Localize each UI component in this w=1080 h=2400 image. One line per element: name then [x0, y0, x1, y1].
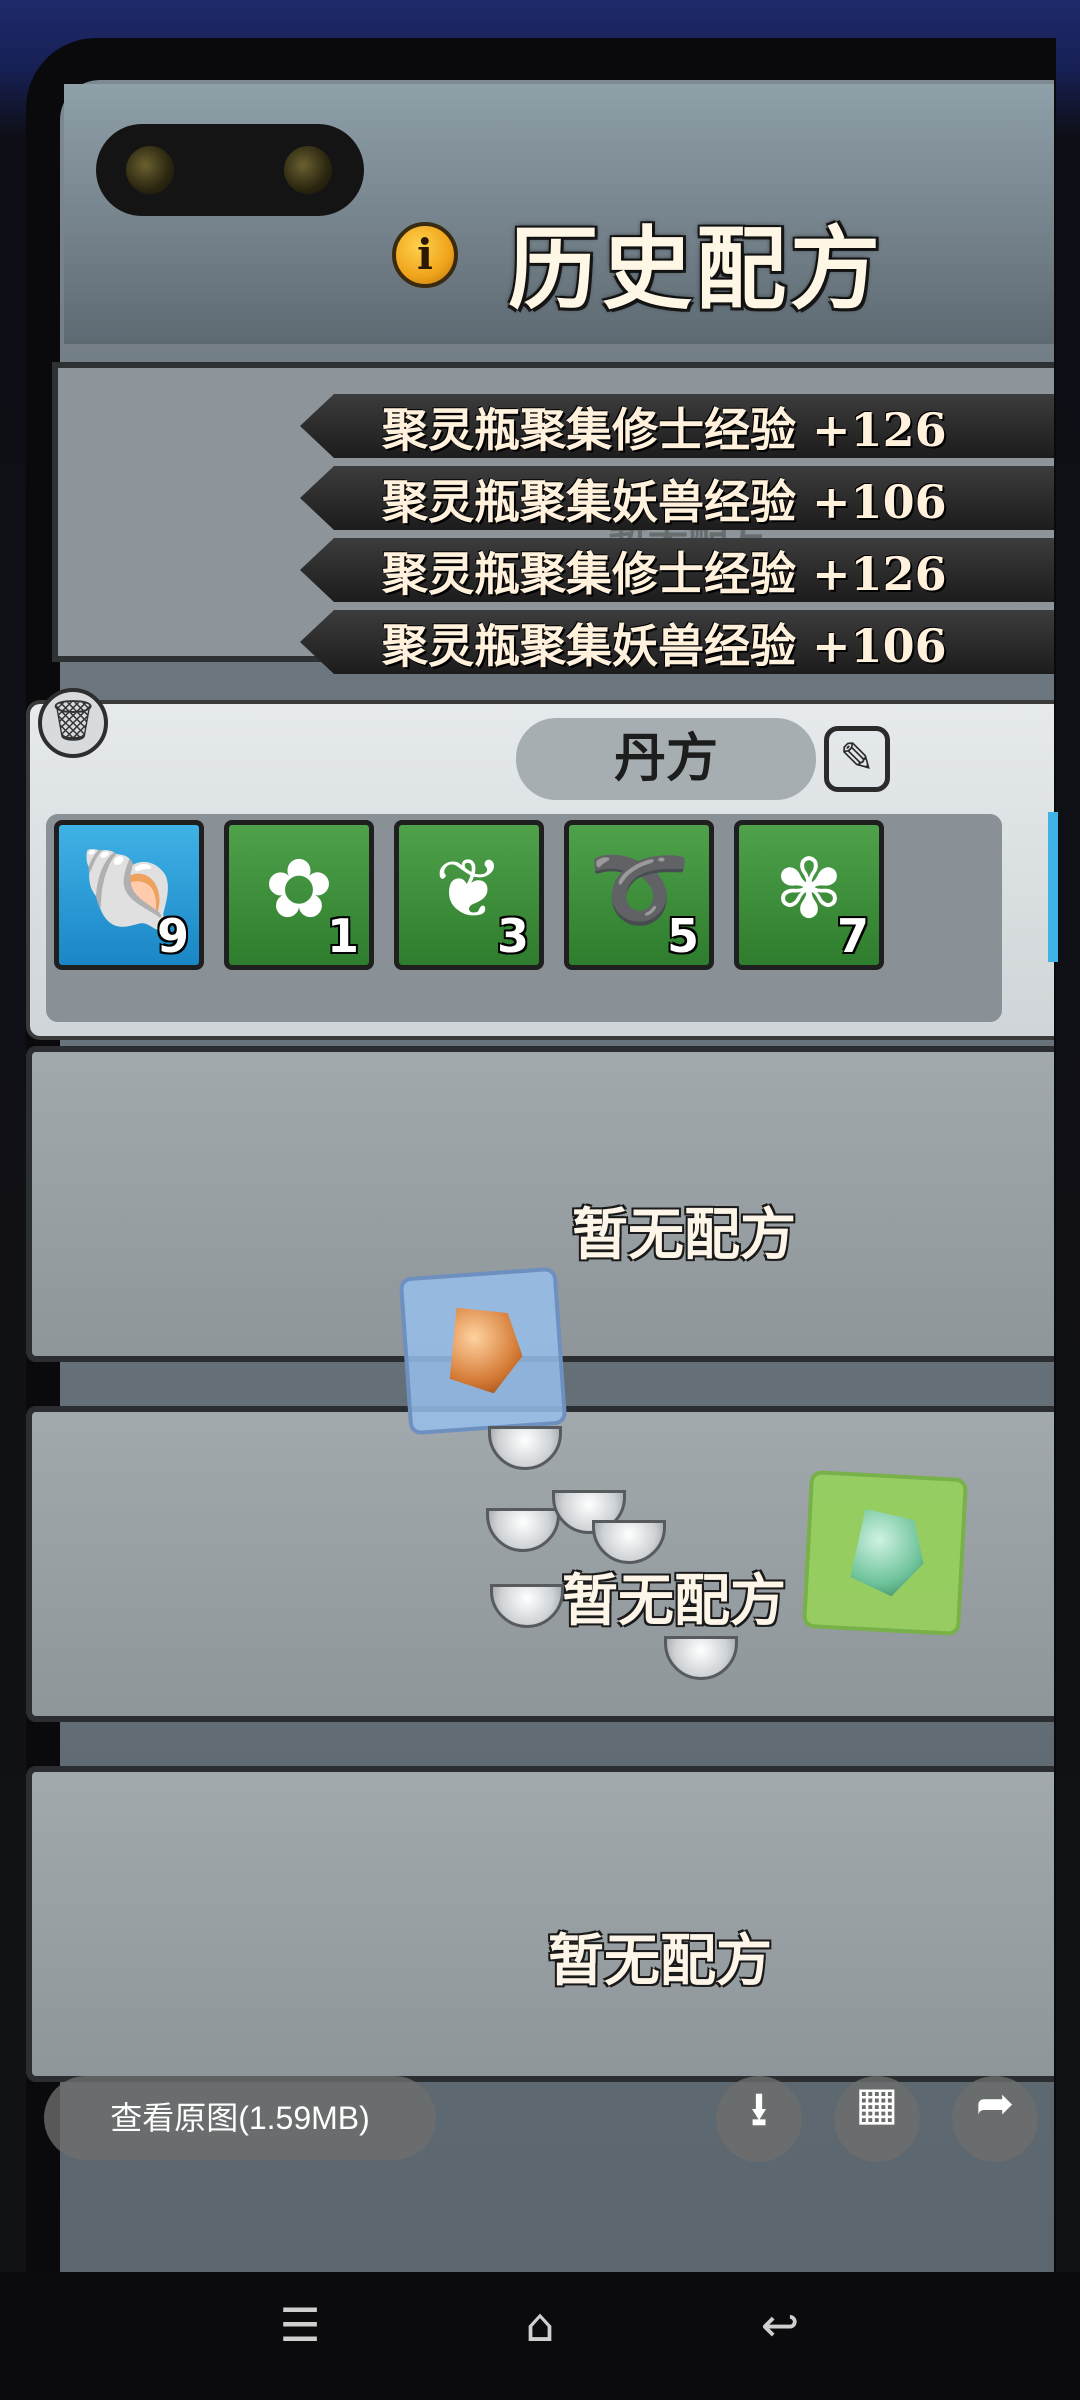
- ingredient-slot[interactable]: 🐚 9: [54, 820, 204, 970]
- ingredient-slot[interactable]: ✿ 1: [224, 820, 374, 970]
- history-row-text: 聚灵瓶聚集妖兽经验 +106: [382, 475, 947, 529]
- home-icon[interactable]: ⌂: [500, 2298, 580, 2378]
- camera-lens-icon: [284, 146, 332, 194]
- camera-cutout: [96, 124, 364, 216]
- edit-icon[interactable]: ✎: [824, 726, 890, 792]
- ingredient-count: 5: [666, 909, 699, 963]
- green-gem-reward-icon: [801, 1469, 969, 1637]
- page-title: 历史配方: [508, 216, 884, 322]
- gem-core: [846, 1508, 926, 1598]
- trash-icon[interactable]: 🗑: [38, 688, 108, 758]
- info-icon[interactable]: i: [392, 222, 458, 288]
- recipe-card-empty-text: 暂无配方: [572, 1202, 796, 1268]
- camera-lens-icon: [126, 146, 174, 194]
- ingredient-slot[interactable]: ➰ 5: [564, 820, 714, 970]
- history-row-text: 聚灵瓶聚集修士经验 +126: [382, 547, 947, 601]
- ingredient-slot[interactable]: ✾ 7: [734, 820, 884, 970]
- ingredient-slot[interactable]: ❦ 3: [394, 820, 544, 970]
- recipe-card-empty-text: 暂无配方: [548, 1928, 772, 1994]
- side-tab[interactable]: [1048, 812, 1058, 962]
- ingredient-count: 1: [326, 909, 359, 963]
- blue-gem-reward-icon: [398, 1266, 568, 1436]
- ingredient-count: 9: [156, 909, 189, 963]
- ingredient-count: 3: [496, 909, 529, 963]
- view-original-button[interactable]: 查看原图(1.59MB): [44, 2076, 436, 2160]
- menu-icon[interactable]: ☰: [260, 2298, 340, 2378]
- grid-icon[interactable]: ▦: [834, 2076, 920, 2162]
- history-row-text: 聚灵瓶聚集修士经验 +126: [382, 403, 947, 457]
- recipe-card[interactable]: [26, 1766, 1054, 2082]
- back-icon[interactable]: ↩: [740, 2298, 820, 2378]
- download-icon[interactable]: ⭳: [716, 2076, 802, 2162]
- gem-core: [441, 1303, 525, 1396]
- recipe-card-empty-text: 暂无配方: [562, 1568, 786, 1634]
- history-row-text: 聚灵瓶聚集妖兽经验 +106: [382, 619, 947, 673]
- share-icon[interactable]: ➦: [952, 2076, 1038, 2162]
- ingredient-count: 7: [836, 909, 869, 963]
- recipe-tab[interactable]: 丹方: [516, 718, 816, 800]
